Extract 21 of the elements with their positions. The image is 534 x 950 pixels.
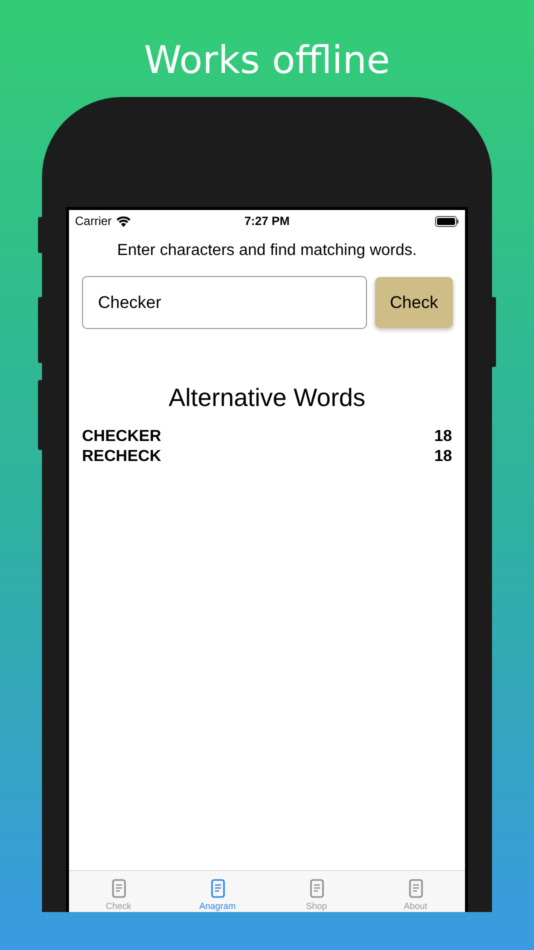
instruction-text: Enter characters and find matching words. <box>116 242 418 260</box>
carrier-label: Carrier <box>75 214 112 228</box>
result-score: 18 <box>434 427 452 447</box>
document-icon <box>210 879 224 898</box>
check-button[interactable]: Check <box>375 277 453 328</box>
wifi-icon <box>116 216 131 226</box>
result-word: RECHECK <box>82 447 162 467</box>
result-score: 18 <box>434 447 452 467</box>
document-icon <box>408 879 422 898</box>
battery-icon <box>435 216 459 226</box>
headline: Works offline <box>142 37 392 84</box>
characters-field[interactable]: Checker <box>82 276 367 329</box>
tab[interactable]: Check <box>69 871 168 912</box>
tab[interactable]: Shop <box>267 871 366 912</box>
document-icon <box>310 879 324 898</box>
results-title: Alternative Words <box>168 384 366 413</box>
tab[interactable]: Anagram <box>168 871 267 912</box>
result-word: CHECKER <box>82 427 162 447</box>
document-icon <box>112 879 126 898</box>
tab[interactable]: About <box>366 871 465 912</box>
status-time: 7:27 PM <box>243 214 291 228</box>
